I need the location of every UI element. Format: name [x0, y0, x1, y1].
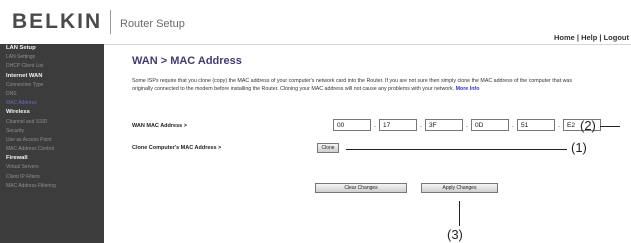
mac-octet-2[interactable]: 17 — [379, 119, 417, 131]
callout-line-1 — [346, 149, 567, 150]
mac-dot-4: . — [512, 122, 514, 129]
header: BELKIN Router Setup Home | Help | Logout — [0, 0, 631, 45]
sidebar-item-virtual-servers[interactable]: Virtual Servers — [0, 163, 104, 172]
sidebar-item-internet-wan: Internet WAN — [6, 72, 43, 79]
clone-button[interactable]: Clone — [317, 143, 339, 153]
sidebar-item-mac-address-control[interactable]: MAC Address Control — [0, 145, 104, 154]
more-info-link[interactable]: More Info — [456, 86, 480, 92]
mac-dot-1: . — [374, 122, 376, 129]
mac-dot-5: . — [558, 122, 560, 129]
sidebar-item-lan-setup: LAN Setup — [6, 45, 36, 51]
wan-mac-label: WAN MAC Address > — [132, 123, 187, 129]
sidebar-item-security[interactable]: Security — [0, 127, 104, 136]
description: Some ISPs require that you clone (copy) … — [132, 78, 572, 94]
sidebar-item-mac-address[interactable]: MAC Address — [0, 99, 104, 108]
mac-octet-1[interactable]: 00 — [333, 119, 371, 131]
logo-divider — [110, 10, 111, 34]
callout-line-2 — [600, 126, 620, 127]
sidebar-item-lan-settings[interactable]: LAN Settings — [0, 53, 104, 62]
sidebar-item-channel-and-ssid[interactable]: Channel and SSID — [0, 118, 104, 127]
callout-label-3: (3) — [447, 227, 463, 242]
mac-octet-3[interactable]: 3F — [425, 119, 463, 131]
clone-mac-label: Clone Computer's MAC Address > — [132, 145, 222, 151]
mac-dot-3: . — [466, 122, 468, 129]
sidebar-item-wireless: Wireless — [6, 109, 30, 116]
sidebar-item-connection-type[interactable]: Connection Type — [0, 81, 104, 90]
description-text: Some ISPs require that you clone (copy) … — [132, 78, 572, 92]
sidebar-item-dhcp-client-list[interactable]: DHCP Client List — [0, 62, 104, 71]
sidebar: LAN Setup LAN Settings DHCP Client List Int… — [0, 44, 104, 243]
sidebar-item-dns[interactable]: DNS — [0, 90, 104, 99]
sidebar-item-firewall: Firewall — [6, 155, 28, 162]
main-content: WAN > MAC Address Some ISPs require that… — [104, 45, 631, 243]
apply-changes-button[interactable]: Apply Changes — [421, 183, 498, 193]
mac-octet-5[interactable]: 51 — [517, 119, 555, 131]
app-title: Router Setup — [120, 18, 185, 30]
top-links[interactable]: Home | Help | Logout — [554, 33, 629, 42]
sidebar-item-mac-address-filtering[interactable]: MAC Address Filtering — [0, 182, 104, 191]
page-title: WAN > MAC Address — [132, 55, 242, 67]
callout-line-3 — [459, 201, 460, 226]
belkin-logo: BELKIN — [12, 10, 103, 33]
callout-label-1: (1) — [571, 140, 587, 155]
sidebar-item-use-as-access-point[interactable]: Use as Access Point — [0, 136, 104, 145]
clear-changes-button[interactable]: Clear Changes — [315, 183, 407, 193]
sidebar-item-client-ip-filters[interactable]: Client IP Filters — [0, 173, 104, 182]
mac-octet-4[interactable]: 0D — [471, 119, 509, 131]
mac-dot-2: . — [420, 122, 422, 129]
callout-label-2: (2) — [580, 118, 596, 133]
